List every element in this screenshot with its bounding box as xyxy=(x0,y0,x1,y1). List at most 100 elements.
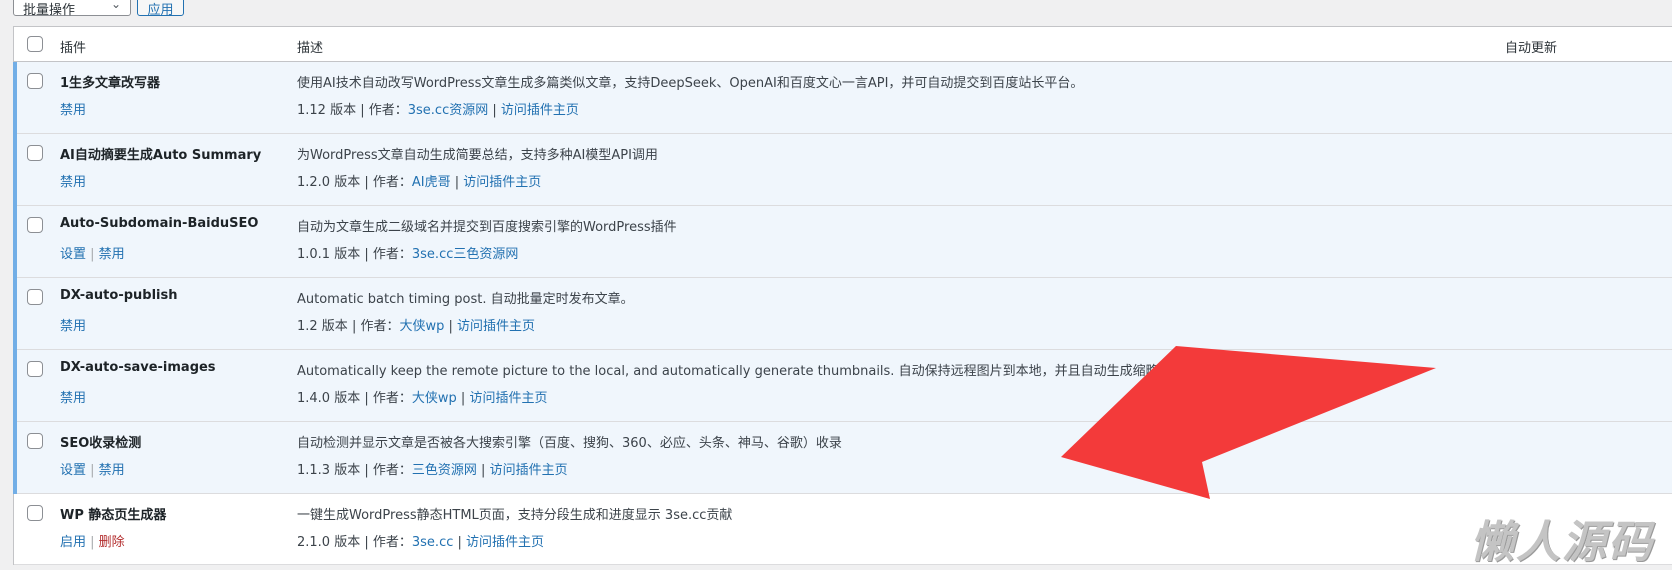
bulk-action-selected: 批量操作 xyxy=(23,3,76,18)
plugin-meta: 1.1.3 版本 | 作者：三色资源网 | 访问插件主页 xyxy=(297,459,568,478)
plugin-description: 一键生成WordPress静态HTML页面，支持分段生成和进度显示 3se.cc… xyxy=(297,508,733,523)
plugin-name: SEO收录检测 xyxy=(60,436,142,451)
table-row: WP 静态页生成器 启用 | 删除 一键生成WordPress静态HTML页面，支持… xyxy=(14,494,1672,565)
meta-separator: | xyxy=(450,175,464,190)
action-separator: | xyxy=(86,535,99,550)
plugin-meta: 1.12 版本 | 作者：3se.cc资源网 | 访问插件主页 xyxy=(297,99,579,118)
author-label: 作者： xyxy=(372,535,412,550)
author-link[interactable]: 三色资源网 xyxy=(412,463,477,478)
plugin-version: 1.0.1 版本 xyxy=(297,247,361,262)
author-link[interactable]: 3se.cc三色资源网 xyxy=(412,247,518,262)
plugin-action-link[interactable]: 禁用 xyxy=(99,247,125,262)
table-row: 1生多文章改写器 禁用 使用AI技术自动改写WordPress文章生成多篇类似文章，… xyxy=(13,62,1672,134)
plugin-action-link[interactable]: 设置 xyxy=(60,247,86,262)
author-label: 作者： xyxy=(360,319,400,334)
author-label: 作者： xyxy=(372,391,412,406)
plugin-meta: 1.4.0 版本 | 作者：大侠wp | 访问插件主页 xyxy=(297,387,547,406)
plugin-actions: 启用 | 删除 xyxy=(60,531,125,550)
plugin-actions: 设置 | 禁用 xyxy=(60,459,125,478)
plugin-description: 使用AI技术自动改写WordPress文章生成多篇类似文章，支持DeepSeek… xyxy=(297,76,1084,91)
column-header-description: 描述 xyxy=(297,41,324,56)
action-separator: | xyxy=(86,463,99,478)
plugin-checkbox[interactable] xyxy=(27,217,43,233)
meta-separator: | xyxy=(360,535,373,550)
plugin-meta: 1.2 版本 | 作者：大侠wp | 访问插件主页 xyxy=(297,315,535,334)
plugin-description: 自动检测并显示文章是否被各大搜索引擎（百度、搜狗、360、必应、头条、神马、谷歌… xyxy=(297,436,842,451)
plugin-action-link[interactable]: 禁用 xyxy=(60,391,86,406)
meta-separator: | xyxy=(360,175,373,190)
plugin-checkbox[interactable] xyxy=(27,361,43,377)
plugin-description: 自动为文章生成二级域名并提交到百度搜索引擎的WordPress插件 xyxy=(297,220,677,235)
plugin-name: DX-auto-save-images xyxy=(60,360,216,375)
author-label: 作者： xyxy=(368,103,408,118)
author-link[interactable]: 3se.cc xyxy=(412,535,453,550)
author-label: 作者： xyxy=(372,247,412,262)
plugin-homepage-link[interactable]: 访问插件主页 xyxy=(501,103,579,118)
plugin-actions: 禁用 xyxy=(60,387,86,406)
plugin-version: 1.12 版本 xyxy=(297,103,357,118)
author-link[interactable]: 大侠wp xyxy=(399,319,444,334)
plugin-action-link[interactable]: 启用 xyxy=(60,535,86,550)
plugin-meta: 1.2.0 版本 | 作者：AI虎哥 | 访问插件主页 xyxy=(297,171,541,190)
table-row: DX-auto-save-images 禁用 Automatically keep … xyxy=(13,350,1672,422)
apply-button[interactable]: 应用 xyxy=(137,0,184,18)
plugin-actions: 禁用 xyxy=(60,315,86,334)
table-row: SEO收录检测 设置 | 禁用 自动检测并显示文章是否被各大搜索引擎（百度、搜狗、3… xyxy=(13,422,1672,494)
plugin-actions: 禁用 xyxy=(60,171,86,190)
author-link[interactable]: 大侠wp xyxy=(412,391,457,406)
meta-separator: | xyxy=(456,391,470,406)
plugin-actions: 设置 | 禁用 xyxy=(60,243,125,262)
meta-separator: | xyxy=(488,103,501,118)
plugin-homepage-link[interactable]: 访问插件主页 xyxy=(466,535,544,550)
watermark-text: 懒人源码 xyxy=(1470,517,1654,568)
plugin-name: 1生多文章改写器 xyxy=(60,76,161,91)
author-link[interactable]: 3se.cc资源网 xyxy=(408,103,488,118)
plugin-rows: 1生多文章改写器 禁用 使用AI技术自动改写WordPress文章生成多篇类似文章，… xyxy=(13,62,1672,565)
plugin-action-link[interactable]: 删除 xyxy=(99,535,125,550)
meta-separator: | xyxy=(356,103,369,118)
plugin-action-link[interactable]: 禁用 xyxy=(99,463,125,478)
plugin-name: WP 静态页生成器 xyxy=(60,508,167,523)
select-all-checkbox[interactable] xyxy=(27,36,43,52)
plugin-checkbox[interactable] xyxy=(27,289,43,305)
table-row: AI自动摘要生成Auto Summary 禁用 为WordPress文章自动生成简要… xyxy=(13,134,1672,206)
plugin-checkbox[interactable] xyxy=(27,433,43,449)
column-header-plugin[interactable]: 插件 xyxy=(60,37,86,56)
plugin-description: Automatic batch timing post. 自动批量定时发布文章。 xyxy=(297,292,634,307)
plugin-meta: 2.1.0 版本 | 作者：3se.cc | 访问插件主页 xyxy=(297,531,544,550)
author-link[interactable]: AI虎哥 xyxy=(412,175,451,190)
plugin-name: Auto-Subdomain-BaiduSEO xyxy=(60,216,259,231)
plugin-version: 1.4.0 版本 xyxy=(297,391,361,406)
meta-separator: | xyxy=(360,391,373,406)
plugin-version: 1.2 版本 xyxy=(297,319,348,334)
plugins-table: 插件 描述 自动更新 1生多文章改写器 禁用 使用AI技术自动改写WordPress… xyxy=(13,26,1672,565)
plugin-homepage-link[interactable]: 访问插件主页 xyxy=(457,319,535,334)
meta-separator: | xyxy=(347,319,361,334)
column-header-auto-update: 自动更新 xyxy=(1505,41,1558,56)
meta-separator: | xyxy=(360,247,373,262)
plugin-name: DX-auto-publish xyxy=(60,288,178,303)
author-label: 作者： xyxy=(372,175,412,190)
author-label: 作者： xyxy=(372,463,412,478)
plugin-version: 1.1.3 版本 xyxy=(297,463,361,478)
action-separator: | xyxy=(86,247,99,262)
plugin-action-link[interactable]: 禁用 xyxy=(60,175,86,190)
plugin-homepage-link[interactable]: 访问插件主页 xyxy=(490,463,568,478)
plugin-version: 2.1.0 版本 xyxy=(297,535,361,550)
plugin-homepage-link[interactable]: 访问插件主页 xyxy=(469,391,547,406)
table-row: DX-auto-publish 禁用 Automatic batch timing … xyxy=(13,278,1672,350)
plugin-actions: 禁用 xyxy=(60,99,86,118)
bulk-actions-bar: 批量操作 ⌄ 应用 xyxy=(0,0,1672,22)
meta-separator: | xyxy=(444,319,458,334)
plugin-action-link[interactable]: 禁用 xyxy=(60,319,86,334)
plugin-checkbox[interactable] xyxy=(27,505,43,521)
plugin-version: 1.2.0 版本 xyxy=(297,175,361,190)
bulk-action-select[interactable]: 批量操作 ⌄ xyxy=(13,0,131,18)
plugin-checkbox[interactable] xyxy=(27,145,43,161)
plugin-action-link[interactable]: 禁用 xyxy=(60,103,86,118)
plugin-description: 为WordPress文章自动生成简要总结，支持多种AI模型API调用 xyxy=(297,148,658,163)
plugin-action-link[interactable]: 设置 xyxy=(60,463,86,478)
plugin-checkbox[interactable] xyxy=(27,73,43,89)
plugin-homepage-link[interactable]: 访问插件主页 xyxy=(463,175,541,190)
plugin-meta: 1.0.1 版本 | 作者：3se.cc三色资源网 xyxy=(297,243,518,262)
